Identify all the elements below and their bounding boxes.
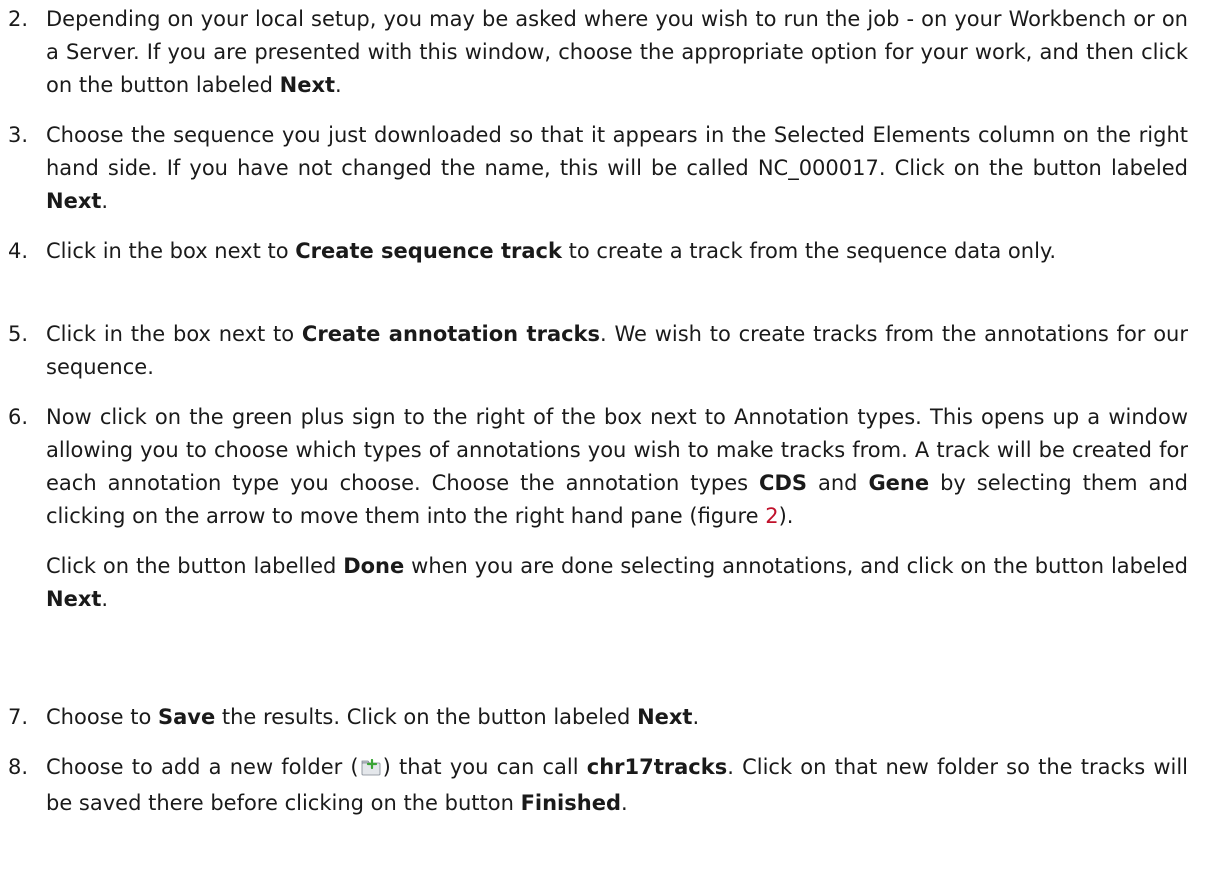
ui-term: Save: [157, 705, 216, 729]
text-run: Choose to add a new folder (: [46, 755, 359, 779]
step-text: Depending on your local setup, you may b…: [46, 3, 1188, 102]
ui-term: Finished: [520, 791, 621, 815]
text-run: .: [101, 189, 109, 213]
step-5: 5. Click in the box next to Create annot…: [8, 318, 1188, 384]
step-number: 3.: [8, 123, 29, 147]
step-text-continued: Click on the button labelled Done when y…: [46, 550, 1188, 616]
ui-term: Gene: [868, 471, 930, 495]
step-6: 6. Now click on the green plus sign to t…: [8, 401, 1188, 616]
figure-link[interactable]: 2: [765, 504, 778, 528]
text-run: to create a track from the sequence data…: [561, 239, 1057, 263]
step-text: Choose to add a new folder ( ) that you c…: [46, 751, 1188, 820]
step-text: Click in the box next to Create sequence…: [46, 235, 1188, 268]
text-run: the results. Click on the button labeled: [215, 705, 638, 729]
step-number: 7.: [8, 705, 29, 729]
ui-term: Create sequence track: [295, 239, 562, 263]
step-7: 7. Choose to Save the results. Click on …: [8, 701, 1188, 734]
step-2: 2. Depending on your local setup, you ma…: [8, 3, 1188, 102]
text-run: .: [620, 791, 628, 815]
text-run: ) that you can call: [382, 755, 587, 779]
ui-term: Next: [279, 73, 336, 97]
step-8: 8. Choose to add a new folder ( ) that yo…: [8, 751, 1188, 820]
step-3: 3. Choose the sequence you just download…: [8, 119, 1188, 218]
ui-term: Done: [343, 554, 405, 578]
step-number: 4.: [8, 239, 29, 263]
step-number: 2.: [8, 7, 29, 31]
ui-term: Next: [46, 587, 102, 611]
text-run: .: [335, 73, 342, 97]
ui-term: CDS: [759, 471, 807, 495]
text-run: when you are done selecting annotations,…: [404, 554, 1188, 578]
step-text: Choose to Save the results. Click on the…: [46, 701, 1188, 734]
step-text: Click in the box next to Create annotati…: [46, 318, 1188, 384]
text-run: Click on the button labelled: [46, 554, 344, 578]
step-number: 8.: [8, 755, 29, 779]
ui-term: Create annotation tracks: [301, 322, 601, 346]
text-run: Choose to: [46, 705, 158, 729]
text-run: ).: [778, 504, 794, 528]
text-run: .: [101, 587, 109, 611]
step-number: 5.: [8, 322, 29, 346]
new-folder-icon: [361, 754, 381, 787]
step-text: Choose the sequence you just downloaded …: [46, 119, 1188, 218]
document-page: 2. Depending on your local setup, you ma…: [0, 0, 1219, 879]
text-run: Click in the box next to: [46, 239, 296, 263]
ui-term: Next: [637, 705, 693, 729]
text-run: Depending on your local setup, you may b…: [46, 7, 1188, 97]
ui-term: Next: [46, 189, 102, 213]
step-4: 4. Click in the box next to Create seque…: [8, 235, 1188, 268]
ui-term: chr17tracks: [586, 755, 728, 779]
text-run: Click in the box next to: [46, 322, 302, 346]
text-run: Choose the sequence you just downloaded …: [46, 123, 1188, 180]
step-number: 6.: [8, 405, 29, 429]
text-run: .: [692, 705, 700, 729]
step-text: Now click on the green plus sign to the …: [46, 401, 1188, 533]
text-run: and: [807, 471, 869, 495]
